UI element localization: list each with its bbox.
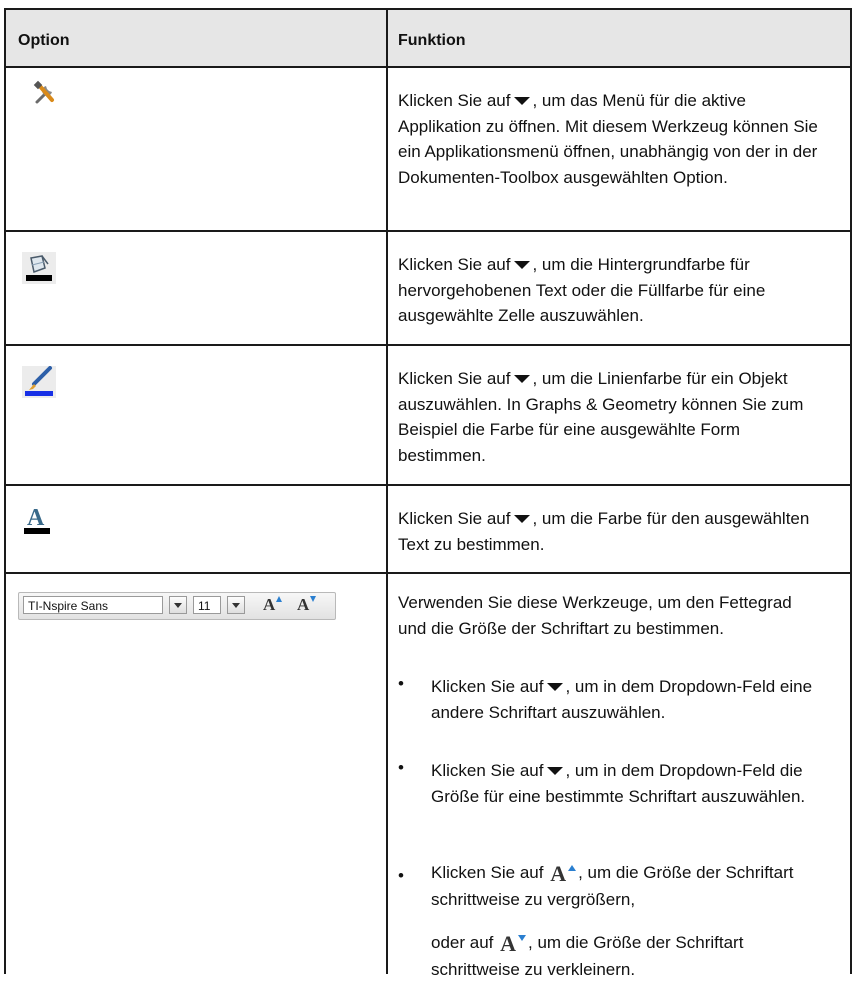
bullet-symbol: •	[398, 866, 404, 885]
dropdown-arrow-icon	[514, 260, 531, 269]
table-row: Klicken Sie auf, um die Hintergrundfarbe…	[6, 232, 850, 344]
header-function: Funktion	[398, 32, 466, 49]
row-description: Klicken Sie auf, um das Menü für die akt…	[398, 91, 818, 187]
decrease-font-size-button[interactable]: A	[297, 595, 317, 615]
bullet-item: Klicken Sie auf A, um die Größe der Schr…	[431, 861, 794, 979]
increase-font-size-button[interactable]: A	[263, 595, 283, 615]
dropdown-arrow-icon	[514, 96, 531, 105]
tools-icon	[32, 80, 58, 111]
dropdown-arrow-icon	[547, 682, 564, 691]
dropdown-arrow-icon	[547, 766, 564, 775]
header-option: Option	[18, 32, 70, 49]
font-row-intro: Verwenden Sie diese Werkzeuge, um den Fe…	[398, 593, 792, 638]
bullet-item: Klicken Sie auf, um in dem Dropdown-Feld…	[431, 677, 813, 722]
increase-font-size-icon: A	[550, 861, 577, 887]
dropdown-arrow-icon	[514, 514, 531, 523]
row-description: Klicken Sie auf, um die Linienfarbe für …	[398, 369, 804, 465]
bullet-symbol: •	[398, 758, 404, 777]
table-row: Klicken Sie auf, um das Menü für die akt…	[6, 68, 850, 230]
row-description: Klicken Sie auf, um die Hintergrundfarbe…	[398, 255, 766, 325]
table-row: Klicken Sie auf, um die Linienfarbe für …	[6, 346, 850, 484]
font-family-select[interactable]: TI-Nspire Sans	[23, 596, 163, 614]
decrease-font-size-icon: A	[500, 931, 527, 957]
dropdown-arrow-icon	[514, 374, 531, 383]
text-color-icon: A	[22, 504, 54, 541]
fill-bucket-icon	[22, 252, 56, 289]
font-family-dropdown-arrow-icon[interactable]	[169, 596, 187, 614]
bullet-item: Klicken Sie auf, um in dem Dropdown-Feld…	[431, 761, 806, 806]
svg-text:A: A	[27, 505, 45, 531]
line-color-brush-icon	[22, 366, 56, 403]
row-description: Klicken Sie auf, um die Farbe für den au…	[398, 509, 810, 554]
table-header: Option Funktion	[6, 10, 850, 66]
table-row: TI-Nspire Sans 11 A A Verwenden Sie dies…	[6, 574, 850, 979]
bullet-symbol: •	[398, 674, 404, 693]
font-size-select[interactable]: 11	[193, 596, 221, 614]
options-table: Option Funktion Klicken Sie auf, um das …	[4, 8, 852, 979]
font-toolbar: TI-Nspire Sans 11 A A	[18, 592, 336, 620]
table-row: A Klicken Sie auf, um die Farbe für den …	[6, 486, 850, 572]
font-size-dropdown-arrow-icon[interactable]	[227, 596, 245, 614]
